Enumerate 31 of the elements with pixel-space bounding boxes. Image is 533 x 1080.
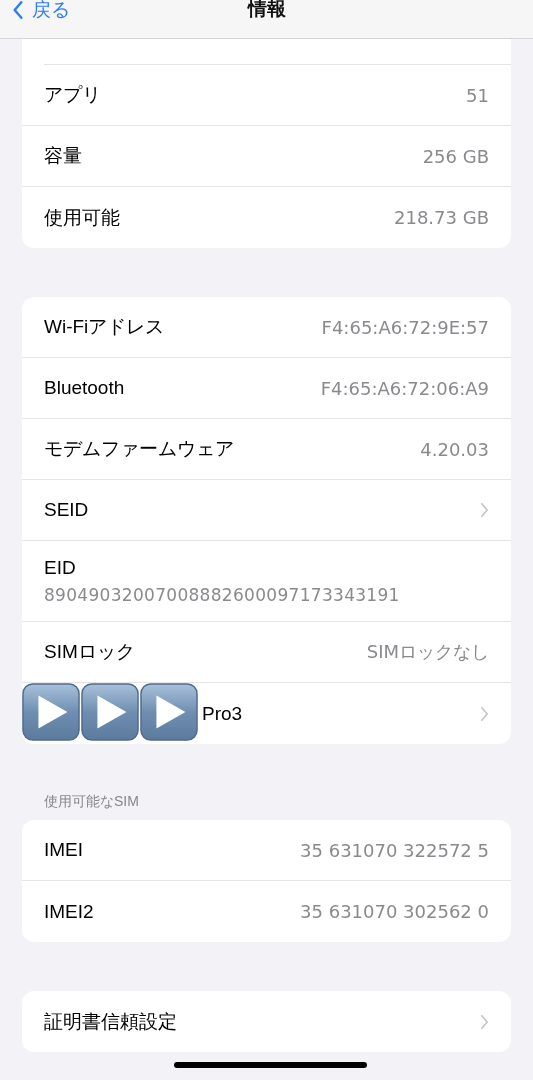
row-label: 使用可能 xyxy=(44,205,120,230)
row-value: 35 631070 302562 0 xyxy=(300,901,489,922)
row-label: モデムファームウェア xyxy=(44,437,234,461)
row-label: IMEI2 xyxy=(44,900,94,923)
row-value: 89049032007008882600097173343191 xyxy=(44,585,400,605)
play-icon xyxy=(81,683,139,741)
settings-row[interactable]: SEID xyxy=(22,480,511,541)
chevron-icon xyxy=(480,502,489,518)
row-label: IMEI xyxy=(44,839,84,861)
row-value: F4:65:A6:72:06:A9 xyxy=(320,377,489,399)
back-chevron-icon xyxy=(12,0,24,20)
row-value: SIMロックなし xyxy=(366,640,489,664)
row-label: アプリ xyxy=(44,83,101,107)
row-value: 218.73 GB xyxy=(394,207,489,228)
row-value: F4:65:A6:72:9E:57 xyxy=(321,316,489,338)
play-icon xyxy=(140,683,198,741)
row-value: 35 631070 322572 5 xyxy=(300,839,489,861)
settings-row[interactable]: Pro3 xyxy=(22,683,511,744)
chevron-icon xyxy=(480,705,489,722)
row-label: EID xyxy=(44,557,76,579)
settings-row[interactable]: 証明書信頼設定 xyxy=(22,991,511,1052)
section-header: 使用可能なSIM xyxy=(43,793,140,811)
row-label: Wi-Fiアドレス xyxy=(44,315,165,339)
row-label: 容量 xyxy=(44,144,82,168)
row-value: 51 xyxy=(466,84,489,106)
chevron-icon xyxy=(480,1013,489,1030)
row-value: 256 GB xyxy=(422,145,489,167)
row-value: 4.20.03 xyxy=(420,438,489,460)
back-button[interactable]: 戻る xyxy=(12,0,70,20)
row-label: SIMロック xyxy=(44,640,135,664)
row-label: Bluetooth xyxy=(44,377,125,399)
